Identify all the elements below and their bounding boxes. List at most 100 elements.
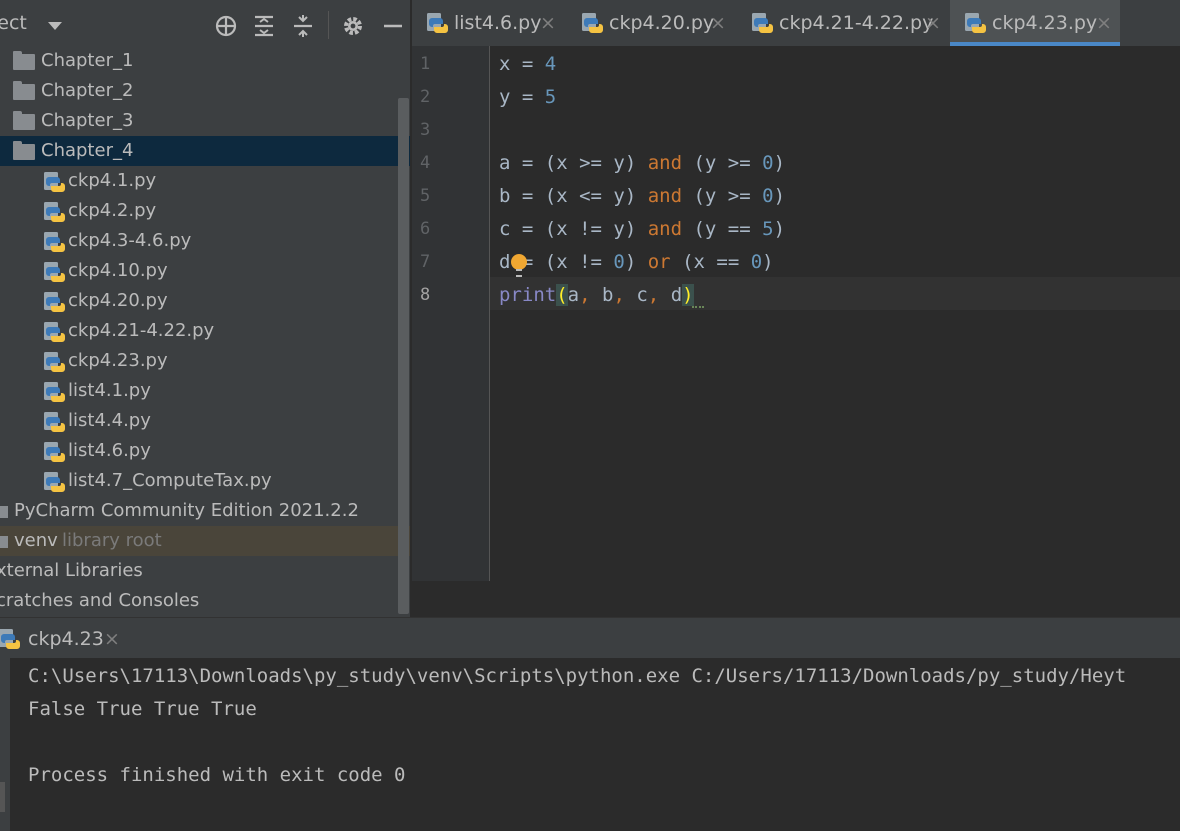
- line-number: 6: [420, 219, 431, 239]
- code-line: c = (x != y) and (y == 5): [499, 213, 785, 246]
- code-number: 5: [544, 86, 557, 108]
- tree-folder[interactable]: Chapter_3: [0, 106, 410, 136]
- code-token: c: [636, 284, 648, 306]
- tree-file[interactable]: ckp4.2.py: [0, 196, 410, 226]
- collapse-all-icon[interactable]: [291, 14, 315, 38]
- tree-file[interactable]: ckp4.10.py: [0, 256, 410, 286]
- run-console[interactable]: C:\Users\17113\Downloads\py_study\venv\S…: [0, 658, 1180, 831]
- python-file-icon: [43, 411, 65, 433]
- tree-file[interactable]: ckp4.1.py: [0, 166, 410, 196]
- python-file-icon: [43, 441, 65, 463]
- tab-label: ckp4.20.py: [609, 12, 715, 34]
- code-keyword: or: [647, 251, 671, 273]
- tree-label: Chapter_3: [41, 110, 134, 131]
- code-line: x = 4: [499, 48, 556, 81]
- tree-label: ckp4.21-4.22.py: [68, 320, 215, 341]
- tab-ckp4-20[interactable]: ckp4.20.py ×: [567, 0, 732, 46]
- code-comma: ,: [613, 284, 637, 306]
- code-token: (y >=: [682, 152, 763, 174]
- tree-label: PyCharm Community Edition 2021.2.2: [14, 500, 359, 521]
- tree-scratches[interactable]: cratches and Consoles: [0, 586, 410, 616]
- code-keyword: and: [647, 218, 683, 240]
- console-line: Process finished with exit code 0: [28, 764, 406, 786]
- tree-file[interactable]: ckp4.3-4.6.py: [0, 226, 410, 256]
- code-paren: (: [556, 284, 568, 306]
- editor-tabs: list4.6.py × ckp4.20.py × ckp4.21-4.22.p…: [412, 0, 1180, 47]
- tree-external-libraries[interactable]: xternal Libraries: [0, 556, 410, 586]
- tree-folder[interactable]: Chapter_2: [0, 76, 410, 106]
- close-icon[interactable]: ×: [925, 0, 941, 46]
- run-tab-label: ckp4.23: [28, 628, 104, 650]
- code-token: d: [670, 284, 683, 306]
- code-token: c = (x != y): [499, 218, 648, 240]
- python-file-icon: [43, 381, 65, 403]
- python-file-icon: [43, 291, 65, 313]
- tree-folder-selected[interactable]: Chapter_4: [0, 136, 410, 166]
- code-keyword: and: [647, 185, 683, 207]
- folder-icon: [13, 51, 35, 70]
- tab-ckp4-21-4-22[interactable]: ckp4.21-4.22.py ×: [737, 0, 947, 46]
- code-token: ): [773, 185, 786, 207]
- code-editor[interactable]: 1 2 3 4 5 6 7 8 x = 4 y = 5 a = (x >= y)…: [412, 46, 1180, 581]
- code-comma: ,: [579, 284, 602, 306]
- folder-icon: [13, 111, 35, 130]
- tree-root[interactable]: PyCharm Community Edition 2021.2.2: [0, 496, 410, 526]
- close-icon[interactable]: ×: [1096, 0, 1112, 46]
- tab-list4-6[interactable]: list4.6.py ×: [412, 0, 564, 46]
- folder-icon: [0, 506, 8, 518]
- tree-label: list4.1.py: [68, 380, 151, 401]
- code-token: a = (x >= y): [499, 152, 648, 174]
- tree-file[interactable]: list4.6.py: [0, 436, 410, 466]
- console-gutter-marker: [0, 782, 5, 812]
- code-token: ): [762, 251, 774, 273]
- tree-file[interactable]: ckp4.21-4.22.py: [0, 316, 410, 346]
- tab-ckp4-23[interactable]: ckp4.23.py ×: [950, 0, 1120, 46]
- tab-label: ckp4.21-4.22.py: [779, 12, 934, 34]
- code-number: 5: [762, 218, 774, 240]
- code-line: print(a, b, c, d): [499, 279, 694, 312]
- project-toolbar: ject: [0, 0, 410, 50]
- folder-icon: [13, 141, 35, 160]
- hide-icon[interactable]: [381, 14, 405, 38]
- locate-icon[interactable]: [214, 14, 238, 38]
- tree-file[interactable]: list4.1.py: [0, 376, 410, 406]
- run-tool-window-header: ckp4.23 ×: [0, 617, 1180, 659]
- python-file-icon: [43, 171, 65, 193]
- code-token: a: [567, 284, 580, 306]
- tree-file[interactable]: list4.7_ComputeTax.py: [0, 466, 410, 496]
- tree-label: cratches and Consoles: [0, 590, 200, 611]
- code-number: 4: [544, 53, 557, 75]
- line-number: 1: [420, 54, 431, 74]
- project-view-title[interactable]: ject: [0, 12, 27, 34]
- tree-label: Chapter_4: [41, 140, 134, 161]
- close-icon[interactable]: ×: [710, 0, 726, 46]
- tab-label: ckp4.23.py: [992, 12, 1098, 34]
- python-file-icon: [43, 261, 65, 283]
- tree-file[interactable]: list4.4.py: [0, 406, 410, 436]
- close-icon[interactable]: ×: [540, 0, 556, 46]
- python-file-icon: [964, 12, 986, 34]
- tree-scrollbar[interactable]: [398, 98, 409, 614]
- tree-folder[interactable]: Chapter_1: [0, 46, 410, 76]
- code-token: (y >=: [682, 185, 763, 207]
- code-token: ): [624, 251, 648, 273]
- expand-all-icon[interactable]: [252, 14, 276, 38]
- code-token: (x ==: [670, 251, 751, 273]
- tree-label: ckp4.20.py: [68, 290, 168, 311]
- code-line: b = (x <= y) and (y >= 0): [499, 180, 785, 213]
- code-number: 0: [750, 251, 763, 273]
- lightbulb-icon[interactable]: [511, 254, 527, 277]
- tree-root-venv[interactable]: venv library root: [0, 526, 410, 556]
- code-number: 0: [762, 185, 774, 207]
- code-token: ): [773, 218, 786, 240]
- toolbar-separator: [328, 11, 329, 39]
- tree-label: ckp4.2.py: [68, 200, 157, 221]
- gear-icon[interactable]: [341, 14, 365, 38]
- console-line: C:\Users\17113\Downloads\py_study\venv\S…: [28, 665, 1127, 687]
- console-line: False True True True: [28, 698, 257, 720]
- tree-file[interactable]: ckp4.20.py: [0, 286, 410, 316]
- tree-file[interactable]: ckp4.23.py: [0, 346, 410, 376]
- line-number-current: 8: [420, 285, 431, 305]
- close-icon[interactable]: ×: [104, 618, 120, 660]
- chevron-down-icon[interactable]: [48, 22, 62, 30]
